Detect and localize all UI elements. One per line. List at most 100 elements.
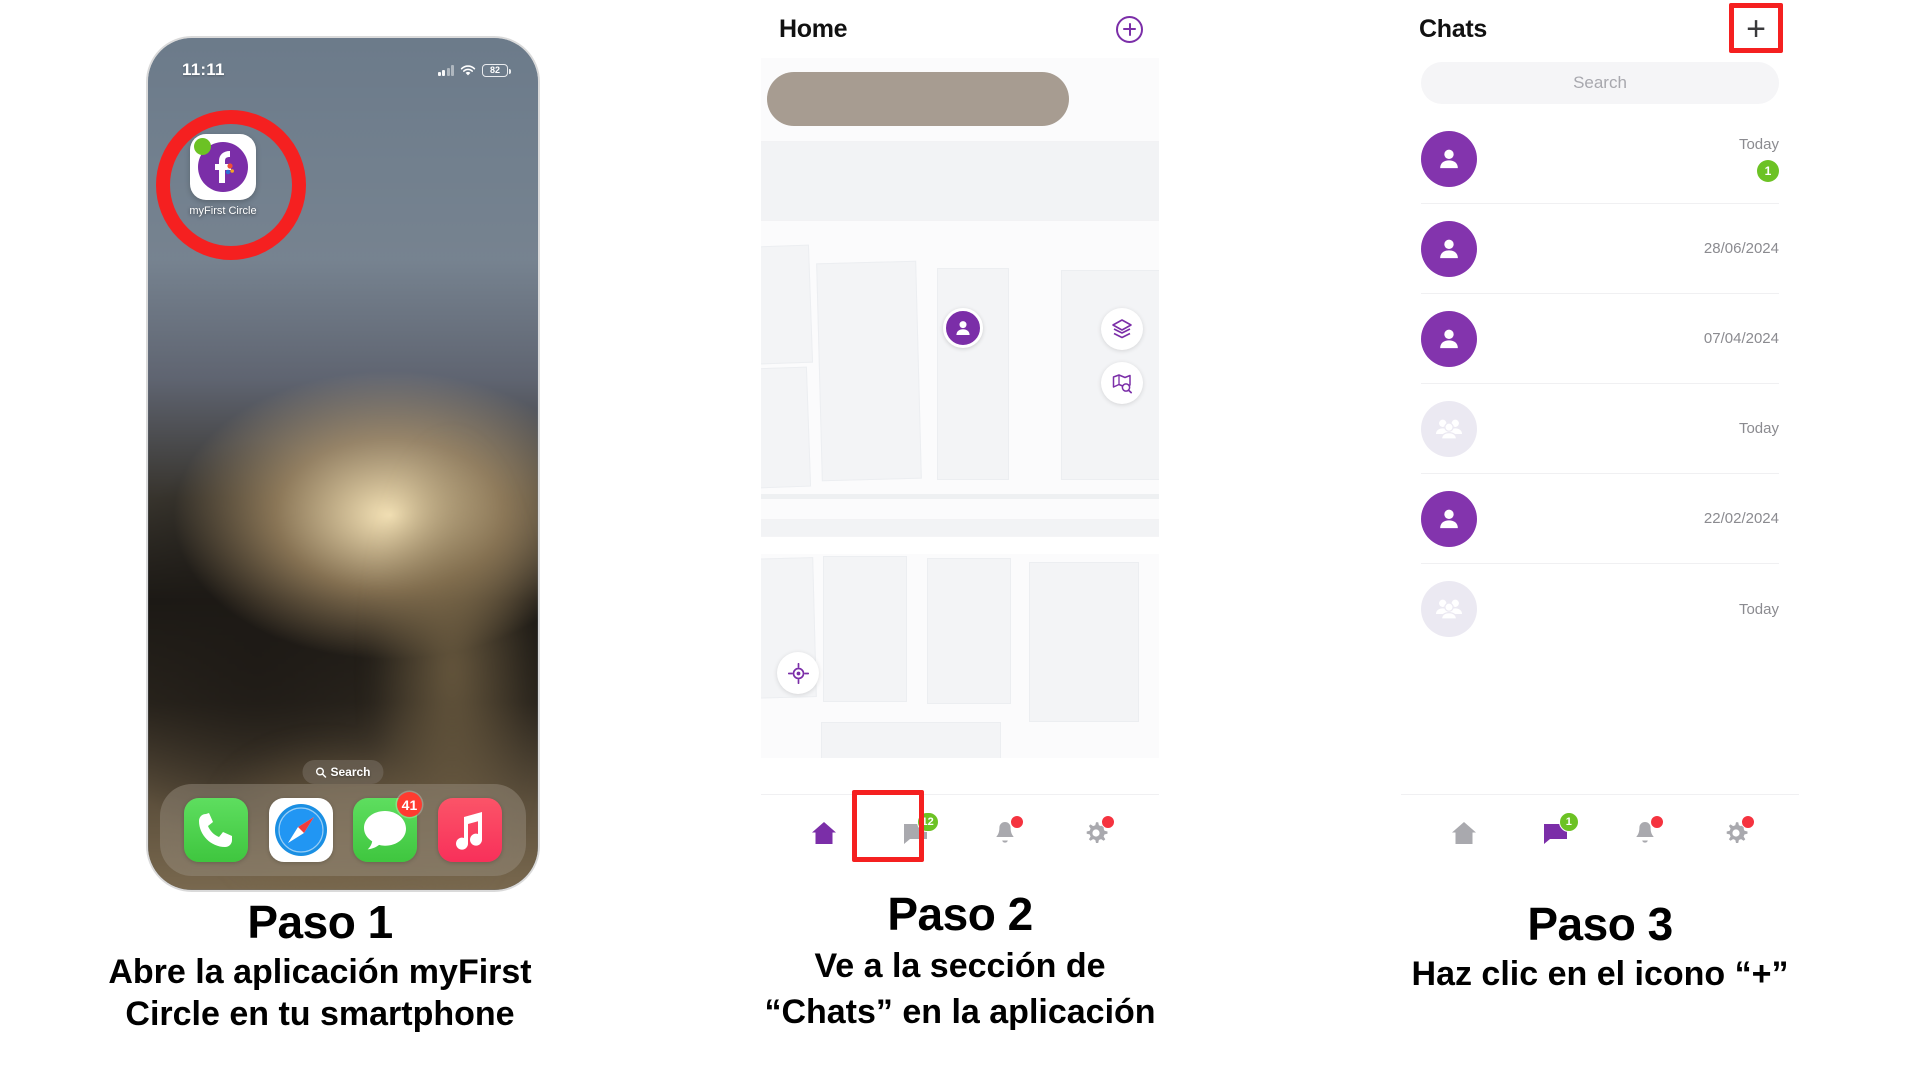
- dock-badge-messages: 41: [396, 792, 423, 817]
- map-layers-button[interactable]: [1101, 308, 1143, 350]
- person-glyph: [956, 321, 970, 335]
- home-icon: [812, 821, 837, 844]
- map-block: [937, 268, 1009, 480]
- locate-button[interactable]: [777, 652, 819, 694]
- highlight-circle-app-icon: [156, 110, 306, 260]
- person-icon: [1440, 329, 1458, 348]
- map-highlighted-route: [767, 72, 1069, 126]
- home-search-pill[interactable]: Search: [302, 760, 384, 784]
- list-item[interactable]: 28/06/2024: [1421, 204, 1779, 294]
- search-icon: [315, 767, 327, 778]
- person-icon: [1440, 149, 1458, 168]
- chat-meta: 28/06/2024: [1704, 240, 1779, 257]
- dock-app-messages[interactable]: 41: [353, 792, 423, 862]
- nav-item-alerts[interactable]: [1619, 807, 1671, 859]
- dock: 41: [160, 784, 526, 876]
- map-view[interactable]: [761, 58, 1159, 758]
- nav-item-settings[interactable]: [1710, 807, 1762, 859]
- app-header-chats: Chats +: [1401, 0, 1799, 58]
- list-item[interactable]: Today: [1421, 564, 1779, 654]
- map-search-button[interactable]: [1101, 362, 1143, 404]
- home-search-label: Search: [330, 765, 371, 779]
- map-block: [761, 366, 812, 490]
- map-block: [927, 558, 1011, 704]
- step-1-caption: Paso 1 Abre la aplicación myFirst Circle…: [0, 898, 640, 1035]
- nav-badge-chats: 12: [916, 811, 939, 832]
- person-icon: [1440, 509, 1458, 528]
- list-item[interactable]: Today: [1421, 384, 1779, 474]
- locate-crosshair-icon: [787, 662, 809, 684]
- home-icon: [1452, 821, 1477, 844]
- chat-meta: 07/04/2024: [1704, 330, 1779, 347]
- map-block: [821, 722, 1001, 758]
- group-icon: [1435, 599, 1463, 620]
- bottom-nav: 1: [1401, 794, 1799, 870]
- nav-item-alerts[interactable]: [979, 807, 1031, 859]
- search-placeholder: Search: [1573, 73, 1627, 92]
- bottom-nav: 12: [761, 794, 1159, 870]
- dock-app-safari[interactable]: [268, 798, 333, 862]
- safari-compass-icon: [274, 804, 327, 856]
- avatar: [1421, 310, 1477, 367]
- search-input[interactable]: Search: [1421, 62, 1779, 104]
- step-1-body: Abre la aplicación myFirst Circle en tu …: [108, 953, 532, 1033]
- step-3-title: Paso 3: [1527, 898, 1673, 950]
- status-indicators: 82: [437, 63, 511, 77]
- person-marker-icon[interactable]: [943, 308, 983, 348]
- nav-item-chats[interactable]: 12: [889, 807, 941, 859]
- step-2-body: Ve a la sección de “Chats” en la aplicac…: [764, 947, 1156, 1031]
- nav-dot-alerts: [1650, 814, 1665, 829]
- nav-item-settings[interactable]: [1070, 807, 1122, 859]
- step-1: 11:11 82 myFirst Circle Search 41 Paso 1…: [0, 0, 640, 1080]
- map-block: [761, 244, 814, 366]
- avatar: [1421, 490, 1477, 547]
- music-note-icon: [455, 812, 482, 850]
- chat-meta: Today: [1739, 420, 1779, 437]
- phone-home-map-screen: Home 12: [761, 0, 1159, 870]
- chat-date: Today: [1738, 135, 1779, 153]
- chat-list: Today 1 28/06/2024 07/04/2024 Today 22/0…: [1401, 114, 1799, 654]
- tutorial-board: 11:11 82 myFirst Circle Search 41 Paso 1…: [0, 0, 1920, 1080]
- plus-circle-icon[interactable]: [1116, 15, 1143, 43]
- wifi-icon: [460, 64, 476, 76]
- map-search-icon: [1112, 374, 1133, 394]
- map-layers-icon: [1112, 319, 1132, 339]
- list-item[interactable]: 07/04/2024: [1421, 294, 1779, 384]
- unread-badge: 1: [1757, 159, 1779, 182]
- app-header-home: Home: [761, 0, 1159, 58]
- map-road: [761, 142, 1159, 220]
- step-3-body: Haz clic en el icono “+”: [1411, 955, 1789, 994]
- step-2: Home 12 Paso 2 Ve a la sección de “Chats…: [640, 0, 1280, 1080]
- new-chat-button[interactable]: +: [1729, 3, 1783, 53]
- list-item[interactable]: 22/02/2024: [1421, 474, 1779, 564]
- nav-dot-settings: [1100, 814, 1115, 829]
- avatar: [1421, 400, 1477, 457]
- group-icon: [1435, 419, 1463, 440]
- step-3: Chats + Search Today 1 28/06/2024 07/04/…: [1280, 0, 1920, 1080]
- chat-date: Today: [1738, 600, 1779, 618]
- phone-home-screen: 11:11 82 myFirst Circle Search 41: [148, 38, 538, 890]
- nav-item-home[interactable]: [1438, 807, 1490, 859]
- chat-meta: 22/02/2024: [1704, 510, 1779, 527]
- avatar: [1421, 581, 1477, 637]
- status-bar: 11:11 82: [148, 38, 538, 88]
- nav-item-chats[interactable]: 1: [1529, 807, 1581, 859]
- map-block: [823, 556, 907, 702]
- cellular-signal-icon: [437, 64, 454, 76]
- chat-date: 07/04/2024: [1703, 330, 1779, 347]
- list-item[interactable]: Today 1: [1421, 114, 1779, 204]
- nav-item-home[interactable]: [798, 807, 850, 859]
- dock-app-music[interactable]: [437, 798, 502, 862]
- avatar: [1421, 130, 1477, 187]
- chat-date: 28/06/2024: [1703, 240, 1779, 257]
- map-divider: [761, 494, 1159, 499]
- nav-dot-alerts: [1010, 814, 1025, 829]
- chat-meta: Today 1: [1739, 136, 1779, 182]
- plus-icon: +: [1746, 10, 1766, 48]
- map-block: [816, 260, 922, 482]
- phone-icon: [199, 813, 233, 847]
- battery-icon: 82: [482, 63, 511, 77]
- page-title: Chats: [1419, 14, 1487, 43]
- nav-badge-chats: 1: [1558, 811, 1579, 832]
- dock-app-phone[interactable]: [184, 798, 249, 862]
